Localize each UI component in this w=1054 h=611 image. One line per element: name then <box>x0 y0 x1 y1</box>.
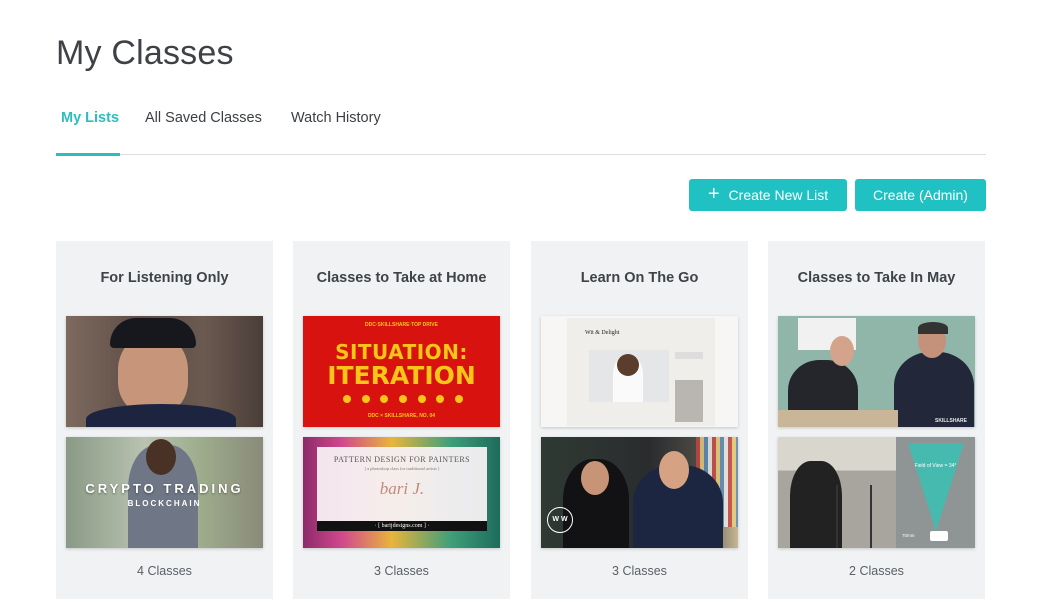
class-count: 4 Classes <box>137 564 192 578</box>
thumbnail-signature: bari J. <box>379 479 425 498</box>
thumbnail-watermark: SKILLSHARE <box>935 418 967 424</box>
thumbnail-art <box>581 461 609 495</box>
list-title[interactable]: For Listening Only <box>56 270 273 286</box>
thumbnail-art <box>146 439 176 475</box>
list-title[interactable]: Learn On The Go <box>531 270 748 286</box>
class-thumbnail[interactable]: SKILLSHARE <box>778 316 975 427</box>
class-count: 3 Classes <box>612 564 667 578</box>
thumbnail-art <box>343 395 463 403</box>
list-card-for-listening-only[interactable]: For Listening Only CRYPTO TRADING BLOCKC… <box>56 241 273 599</box>
thumbnail-art <box>918 322 948 334</box>
thumbnail-art <box>659 451 689 489</box>
thumbnail-caption: DDC·SKILLSHARE·TOP DRIVE <box>365 322 438 328</box>
list-title[interactable]: Classes to Take In May <box>768 270 985 286</box>
thumbnail-art <box>110 318 196 348</box>
tab-bar: My Lists All Saved Classes Watch History <box>56 100 986 156</box>
thumbnail-art <box>86 404 236 427</box>
list-card-classes-to-take-in-may[interactable]: Classes to Take In May SKILLSHARE Field … <box>768 241 985 599</box>
thumbnail-art: PATTERN DESIGN FOR PAINTERS [ a photosho… <box>317 447 487 527</box>
class-thumbnail[interactable]: CRYPTO TRADING BLOCKCHAIN <box>66 437 263 548</box>
thumbnail-art <box>830 336 854 366</box>
thumbnail-art <box>908 443 964 531</box>
tab-my-lists[interactable]: My Lists <box>61 110 119 126</box>
thumbnail-art <box>836 485 872 548</box>
thumbnail-subtitle: [ a photoshop class for traditional arti… <box>364 466 440 471</box>
list-title[interactable]: Classes to Take at Home <box>293 270 510 286</box>
class-thumbnail[interactable]: W W <box>541 437 738 548</box>
class-thumbnail[interactable] <box>66 316 263 427</box>
thumbnail-title: ITERATION <box>327 361 476 390</box>
thumbnail-caption: Field of View = 34° <box>914 463 957 469</box>
thumbnail-art <box>778 410 898 427</box>
thumbnail-logo: Wit & Delight <box>585 330 620 336</box>
thumbnail-caption: · [ barijdesigns.com ] · <box>317 521 487 531</box>
class-thumbnail[interactable]: Wit & Delight <box>541 316 738 427</box>
plus-icon: + <box>707 183 720 205</box>
thumbnail-title: CRYPTO TRADING <box>85 481 244 496</box>
tab-all-saved-classes[interactable]: All Saved Classes <box>145 110 262 126</box>
thumbnail-caption: 70mm <box>902 533 915 538</box>
page-title: My Classes <box>56 34 234 72</box>
create-admin-button[interactable]: Create (Admin) <box>855 179 986 211</box>
list-card-classes-to-take-at-home[interactable]: Classes to Take at Home DDC·SKILLSHARE·T… <box>293 241 510 599</box>
create-new-list-label: Create New List <box>728 187 829 203</box>
class-count: 2 Classes <box>849 564 904 578</box>
thumbnail-art <box>589 350 669 402</box>
thumbnail-art <box>894 352 974 427</box>
thumbnail-caption: DDC × SKILLSHARE, NO. 04 <box>367 413 436 419</box>
thumbnail-title: PATTERN DESIGN FOR PAINTERS <box>333 455 471 464</box>
tab-watch-history[interactable]: Watch History <box>291 110 381 126</box>
class-thumbnail[interactable]: Field of View = 34° 70mm <box>778 437 975 548</box>
class-thumbnail[interactable]: PATTERN DESIGN FOR PAINTERS [ a photosho… <box>303 437 500 548</box>
camera-icon <box>930 531 948 541</box>
create-new-list-button[interactable]: + Create New List <box>689 179 847 211</box>
active-tab-indicator <box>56 153 120 156</box>
class-thumbnail[interactable]: DDC·SKILLSHARE·TOP DRIVE SITUATION: ITER… <box>303 316 500 427</box>
list-card-learn-on-the-go[interactable]: Learn On The Go Wit & Delight W W 3 Clas… <box>531 241 748 599</box>
thumbnail-art <box>790 461 842 548</box>
thumbnail-art <box>675 352 703 422</box>
thumbnail-badge: W W <box>547 507 573 533</box>
thumbnail-subtitle: BLOCKCHAIN <box>127 499 202 508</box>
class-count: 3 Classes <box>374 564 429 578</box>
